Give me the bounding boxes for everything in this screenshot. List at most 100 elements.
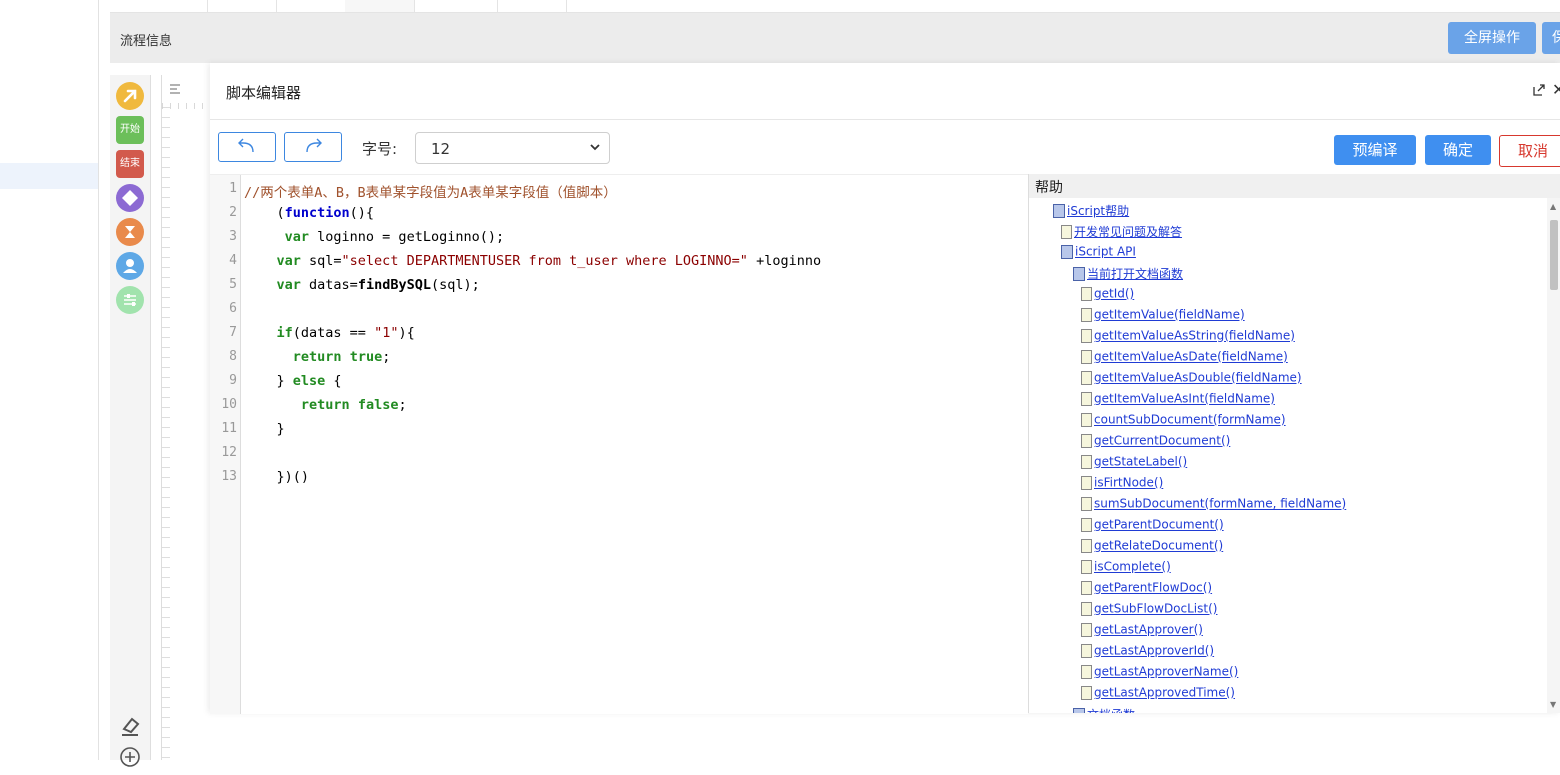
- help-tree-item[interactable]: getStateLabel(): [1081, 454, 1187, 474]
- help-tree-item[interactable]: 文档函数: [1073, 706, 1135, 713]
- code-keyword: false: [357, 397, 399, 413]
- control-node-icon[interactable]: [116, 286, 144, 314]
- help-tree-link[interactable]: getLastApprovedTime(): [1094, 686, 1235, 700]
- help-tree-link[interactable]: 当前打开文档函数: [1087, 267, 1183, 281]
- tab-4[interactable]: [345, 0, 415, 12]
- help-tree-item[interactable]: getItemValueAsInt(fieldName): [1081, 391, 1275, 411]
- scroll-down-icon[interactable]: ▼: [1550, 700, 1556, 709]
- help-tree-item[interactable]: iScript API: [1061, 244, 1136, 264]
- help-tree-link[interactable]: getLastApproverId(): [1094, 644, 1214, 658]
- font-size-select[interactable]: 12: [415, 132, 610, 164]
- help-tree-item[interactable]: countSubDocument(formName): [1081, 412, 1286, 432]
- vertical-ruler: [162, 107, 170, 760]
- help-tree-link[interactable]: isComplete(): [1094, 560, 1171, 574]
- help-tree-item[interactable]: getParentDocument(): [1081, 517, 1224, 537]
- help-tree-link[interactable]: iScript帮助: [1067, 204, 1129, 218]
- help-tree-link[interactable]: getCurrentDocument(): [1094, 434, 1230, 448]
- start-node-tool[interactable]: 开始: [116, 116, 144, 144]
- line-number: 9: [229, 373, 237, 388]
- scroll-thumb[interactable]: [1550, 220, 1558, 290]
- help-tree-link[interactable]: getItemValue(fieldName): [1094, 308, 1245, 322]
- precompile-button[interactable]: 预编译: [1334, 135, 1416, 165]
- confirm-button[interactable]: 确定: [1425, 135, 1491, 165]
- help-tree-item[interactable]: getCurrentDocument(): [1081, 433, 1230, 453]
- help-tree-link[interactable]: countSubDocument(formName): [1094, 413, 1286, 427]
- doc-icon: [1061, 224, 1072, 239]
- zoom-in-icon[interactable]: [116, 743, 144, 771]
- tab-1[interactable]: [110, 0, 208, 12]
- help-tree-link[interactable]: 文档函数: [1087, 708, 1135, 713]
- help-tree-link[interactable]: getItemValueAsDouble(fieldName): [1094, 371, 1302, 385]
- code-editor[interactable]: 1 2 3 4 5 6 7 8 9 10 11 12 13 //两个表单A、B，…: [210, 174, 1028, 714]
- help-tree-item[interactable]: getLastApproverName(): [1081, 664, 1238, 684]
- help-tree-item[interactable]: iScript帮助: [1053, 202, 1129, 222]
- end-node-tool[interactable]: 结束: [116, 150, 144, 178]
- help-tree-link[interactable]: getId(): [1094, 287, 1134, 301]
- help-tree-item[interactable]: getSubFlowDocList(): [1081, 601, 1217, 621]
- help-tree-link[interactable]: getItemValueAsString(fieldName): [1094, 329, 1295, 343]
- help-tree-item[interactable]: getRelateDocument(): [1081, 538, 1223, 558]
- help-tree-link[interactable]: getItemValueAsInt(fieldName): [1094, 392, 1275, 406]
- help-scrollbar[interactable]: ▲ ▼: [1547, 198, 1560, 713]
- help-tree-item[interactable]: getParentFlowDoc(): [1081, 580, 1212, 600]
- help-tree-link[interactable]: getParentDocument(): [1094, 518, 1224, 532]
- doc-icon: [1081, 517, 1092, 532]
- code-text: sql=: [300, 253, 342, 269]
- help-tree-link[interactable]: getLastApproverName(): [1094, 665, 1238, 679]
- help-tree-item[interactable]: getItemValueAsDate(fieldName): [1081, 349, 1288, 369]
- code-keyword: return: [300, 397, 350, 413]
- flow-palette: 开始 结束: [110, 75, 151, 767]
- help-tree-item[interactable]: getLastApprover(): [1081, 622, 1203, 642]
- help-tree-link[interactable]: getSubFlowDocList(): [1094, 602, 1217, 616]
- tab-2[interactable]: [207, 0, 277, 12]
- decision-node-icon[interactable]: [116, 184, 144, 212]
- help-tree-item[interactable]: isFirtNode(): [1081, 475, 1163, 495]
- save-button[interactable]: 保存: [1542, 22, 1560, 54]
- help-tree-item[interactable]: isComplete(): [1081, 559, 1171, 579]
- code-text: })(): [276, 469, 310, 485]
- eraser-icon[interactable]: [116, 711, 144, 739]
- help-tree-item[interactable]: getItemValue(fieldName): [1081, 307, 1245, 327]
- redo-button[interactable]: [284, 132, 342, 162]
- code-line: //两个表单A、B，B表单某字段值为A表单某字段值（值脚本）: [244, 181, 617, 201]
- help-tree-link[interactable]: getLastApprover(): [1094, 623, 1203, 637]
- help-tree-link[interactable]: getItemValueAsDate(fieldName): [1094, 350, 1288, 364]
- help-tree-item[interactable]: getItemValueAsDouble(fieldName): [1081, 370, 1302, 390]
- help-tree-item[interactable]: 开发常见问题及解答: [1061, 223, 1182, 243]
- flow-canvas[interactable]: [161, 75, 212, 760]
- tab-5[interactable]: [414, 0, 498, 12]
- maximize-icon[interactable]: [1532, 83, 1546, 97]
- line-number: 4: [229, 253, 237, 268]
- arrow-tool-icon[interactable]: [116, 82, 144, 110]
- help-tree-item[interactable]: sumSubDocument(formName, fieldName): [1081, 496, 1346, 516]
- subflow-node-icon[interactable]: [116, 218, 144, 246]
- align-icon[interactable]: [168, 82, 182, 96]
- help-tree-item[interactable]: getLastApproverId(): [1081, 643, 1214, 663]
- help-tree-link[interactable]: 开发常见问题及解答: [1074, 225, 1182, 239]
- help-tree-link[interactable]: iScript API: [1075, 245, 1136, 259]
- scroll-up-icon[interactable]: ▲: [1550, 202, 1556, 211]
- sidebar-active-item[interactable]: [0, 163, 98, 189]
- help-tree-item[interactable]: getItemValueAsString(fieldName): [1081, 328, 1295, 348]
- tab-3[interactable]: [276, 0, 346, 12]
- help-tree-item[interactable]: getId(): [1081, 286, 1134, 306]
- help-tree-link[interactable]: getRelateDocument(): [1094, 539, 1223, 553]
- close-icon[interactable]: ✕: [1552, 80, 1560, 99]
- help-tree-item[interactable]: 当前打开文档函数: [1073, 265, 1183, 285]
- book-icon: [1053, 203, 1065, 218]
- help-tree-link[interactable]: getStateLabel(): [1094, 455, 1187, 469]
- fullscreen-button[interactable]: 全屏操作: [1448, 22, 1536, 54]
- flow-title: 流程信息: [120, 34, 173, 49]
- help-tree-link[interactable]: isFirtNode(): [1094, 476, 1163, 490]
- user-task-icon[interactable]: [116, 252, 144, 280]
- help-title-bar: 帮助: [1029, 174, 1560, 198]
- help-tree-item[interactable]: getLastApprovedTime(): [1081, 685, 1235, 705]
- cancel-button[interactable]: 取消: [1499, 135, 1560, 167]
- undo-button[interactable]: [218, 132, 276, 162]
- help-tree-link[interactable]: sumSubDocument(formName, fieldName): [1094, 497, 1346, 511]
- code-text: {: [325, 373, 342, 389]
- code-text: }: [276, 421, 285, 437]
- help-tree-link[interactable]: getParentFlowDoc(): [1094, 581, 1212, 595]
- tab-6[interactable]: [497, 0, 567, 12]
- code-line: var datas=findBySQL(sql);: [244, 277, 480, 293]
